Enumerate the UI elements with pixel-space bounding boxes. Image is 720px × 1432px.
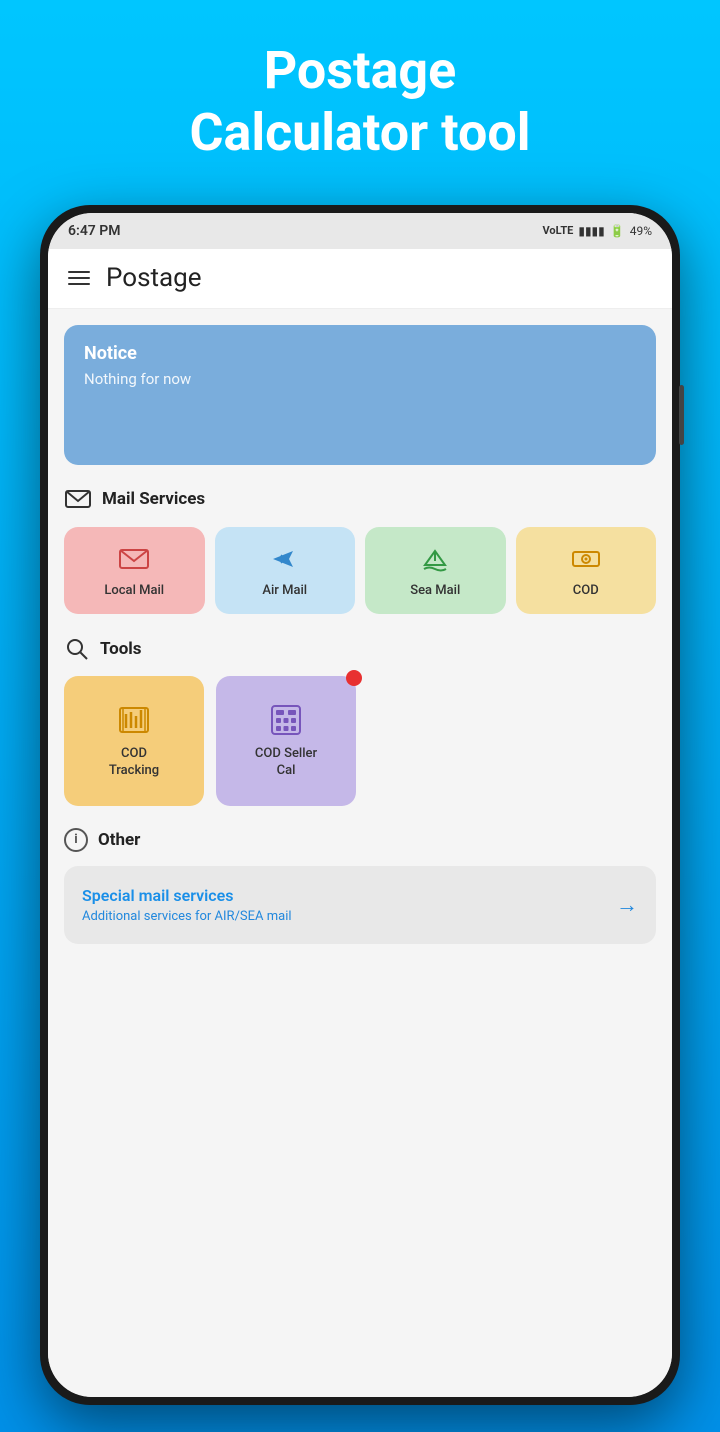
other-section: i Other Special mail services Additional… — [64, 828, 656, 944]
arrow-right-icon: → — [616, 892, 638, 918]
hamburger-menu-button[interactable] — [68, 271, 90, 285]
cod-seller-icon — [268, 702, 304, 738]
hero-title: PostageCalculator tool — [189, 40, 530, 165]
signal-icon: ▮▮▮▮ — [578, 224, 604, 238]
mail-services-header: Mail Services — [64, 485, 656, 513]
lte-icon: VoLTE — [542, 224, 573, 237]
air-mail-icon — [269, 543, 301, 575]
sea-mail-label: Sea Mail — [410, 583, 460, 598]
mail-services-icon — [64, 485, 92, 513]
cod-seller-cal-card[interactable]: COD SellerCal — [216, 676, 356, 806]
tools-title: Tools — [100, 639, 142, 659]
tools-grid: CODTracking COD SellerCal — [64, 676, 656, 806]
status-icons: VoLTE ▮▮▮▮ 🔋 49% — [542, 224, 652, 238]
notice-body: Nothing for now — [84, 370, 636, 388]
local-mail-label: Local Mail — [104, 583, 164, 598]
tools-search-icon — [64, 636, 90, 662]
special-services-title: Special mail services — [82, 886, 292, 905]
mail-services-title: Mail Services — [102, 489, 205, 509]
notice-card: Notice Nothing for now — [64, 325, 656, 465]
mail-services-grid: Local Mail Air Mail — [64, 527, 656, 614]
tools-header: Tools — [64, 636, 656, 662]
status-time: 6:47 PM — [68, 223, 121, 239]
status-bar: 6:47 PM VoLTE ▮▮▮▮ 🔋 49% — [48, 213, 672, 249]
main-content: Notice Nothing for now Mail Services Lo — [48, 309, 672, 1397]
other-title: Other — [98, 830, 140, 850]
notice-title: Notice — [84, 343, 636, 364]
cod-tracking-label: CODTracking — [109, 746, 159, 780]
special-services-subtitle: Additional services for AIR/SEA mail — [82, 909, 292, 924]
special-services-card[interactable]: Special mail services Additional service… — [64, 866, 656, 944]
special-services-text: Special mail services Additional service… — [82, 886, 292, 924]
battery-icon: 🔋 — [610, 224, 625, 238]
cod-tracking-card[interactable]: CODTracking — [64, 676, 204, 806]
cod-icon — [570, 543, 602, 575]
air-mail-card[interactable]: Air Mail — [215, 527, 356, 614]
phone-frame: 6:47 PM VoLTE ▮▮▮▮ 🔋 49% Postage Notice … — [40, 205, 680, 1405]
cod-tracking-icon — [116, 702, 152, 738]
other-info-icon: i — [64, 828, 88, 852]
cod-seller-cal-label: COD SellerCal — [255, 746, 317, 780]
battery-percent: 49% — [630, 224, 652, 238]
local-mail-icon — [118, 543, 150, 575]
air-mail-label: Air Mail — [262, 583, 307, 598]
sea-mail-icon — [419, 543, 451, 575]
app-title: Postage — [106, 263, 202, 293]
sea-mail-card[interactable]: Sea Mail — [365, 527, 506, 614]
notification-badge — [346, 670, 362, 686]
app-header: Postage — [48, 249, 672, 309]
other-header: i Other — [64, 828, 656, 852]
cod-card[interactable]: COD — [516, 527, 657, 614]
cod-mail-label: COD — [573, 583, 599, 598]
local-mail-card[interactable]: Local Mail — [64, 527, 205, 614]
